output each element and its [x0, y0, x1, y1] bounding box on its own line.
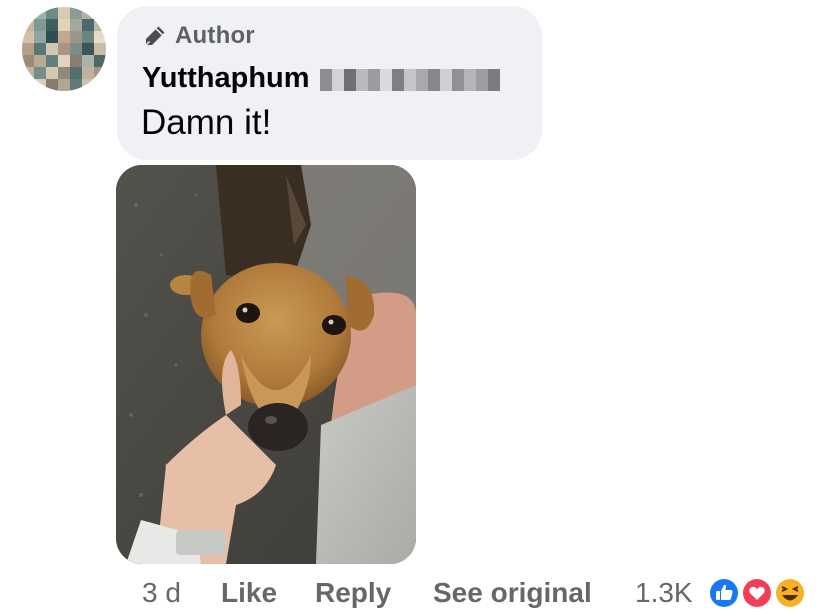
author-badge: Author: [143, 22, 255, 50]
avatar-pixel: [82, 79, 94, 91]
avatar-pixel: [46, 31, 58, 43]
avatar-pixel: [94, 7, 106, 19]
pen-icon: [145, 26, 165, 46]
avatar-pixel: [58, 55, 70, 67]
reaction-count[interactable]: 1.3K: [635, 574, 693, 612]
avatar-pixel: [94, 19, 106, 31]
avatar-pixel: [34, 7, 46, 19]
comment-actions: 3 d Like Reply See original 1.3K: [142, 574, 822, 612]
avatar-pixel: [22, 43, 34, 55]
comment-bubble: Author Yutthaphum Damn it!: [117, 6, 542, 160]
comment-timestamp[interactable]: 3 d: [142, 574, 181, 612]
avatar-pixel: [58, 79, 70, 91]
commenter-name[interactable]: Yutthaphum: [142, 62, 310, 95]
avatar-pixel: [70, 55, 82, 67]
avatar-pixel: [46, 67, 58, 79]
avatar-pixel: [70, 43, 82, 55]
avatar[interactable]: [22, 7, 106, 91]
avatar-pixel: [22, 19, 34, 31]
avatar-pixel: [82, 55, 94, 67]
haha-reaction-icon: [774, 577, 806, 609]
avatar-pixel: [34, 79, 46, 91]
avatar-pixel: [34, 19, 46, 31]
avatar-pixel: [82, 7, 94, 19]
comment-text: Damn it!: [141, 103, 272, 142]
avatar-pixel: [70, 19, 82, 31]
avatar-pixel: [22, 7, 34, 19]
avatar-pixel: [94, 79, 106, 91]
like-button[interactable]: Like: [221, 574, 277, 612]
like-reaction-icon: [708, 577, 740, 609]
avatar-pixel: [34, 55, 46, 67]
avatar-pixel: [94, 55, 106, 67]
avatar-pixel: [46, 43, 58, 55]
avatar-pixel: [58, 7, 70, 19]
avatar-pixel: [58, 67, 70, 79]
commenter-name-row: Yutthaphum: [142, 62, 500, 95]
avatar-pixel: [46, 79, 58, 91]
avatar-pixel: [70, 79, 82, 91]
avatar-pixel: [22, 31, 34, 43]
avatar-pixel: [94, 43, 106, 55]
avatar-pixel: [22, 67, 34, 79]
see-original-button[interactable]: See original: [433, 574, 592, 612]
reaction-icons[interactable]: [707, 576, 809, 610]
avatar-pixel: [46, 55, 58, 67]
avatar-pixel: [70, 7, 82, 19]
avatar-pixel: [34, 31, 46, 43]
avatar-pixel: [70, 67, 82, 79]
love-reaction-icon: [741, 577, 773, 609]
avatar-pixel: [82, 67, 94, 79]
avatar-pixel: [82, 19, 94, 31]
avatar-pixel: [58, 31, 70, 43]
avatar-pixel: [22, 55, 34, 67]
avatar-pixel: [58, 19, 70, 31]
redacted-surname: [319, 69, 500, 91]
avatar-pixel: [46, 7, 58, 19]
avatar-pixel: [82, 43, 94, 55]
avatar-pixel: [94, 67, 106, 79]
avatar-pixel: [34, 43, 46, 55]
avatar-pixel: [70, 31, 82, 43]
avatar-pixel: [82, 31, 94, 43]
avatar-pixel: [22, 79, 34, 91]
dog-photo-illustration: [116, 165, 416, 564]
avatar-pixel: [58, 43, 70, 55]
comment-screen: Author Yutthaphum Damn it! 3 d Like Repl…: [0, 0, 828, 615]
avatar-pixel: [34, 67, 46, 79]
reply-button[interactable]: Reply: [315, 574, 391, 612]
dog-photo[interactable]: [116, 165, 416, 564]
author-badge-label: Author: [175, 22, 255, 49]
avatar-pixel: [94, 31, 106, 43]
avatar-pixel: [46, 19, 58, 31]
